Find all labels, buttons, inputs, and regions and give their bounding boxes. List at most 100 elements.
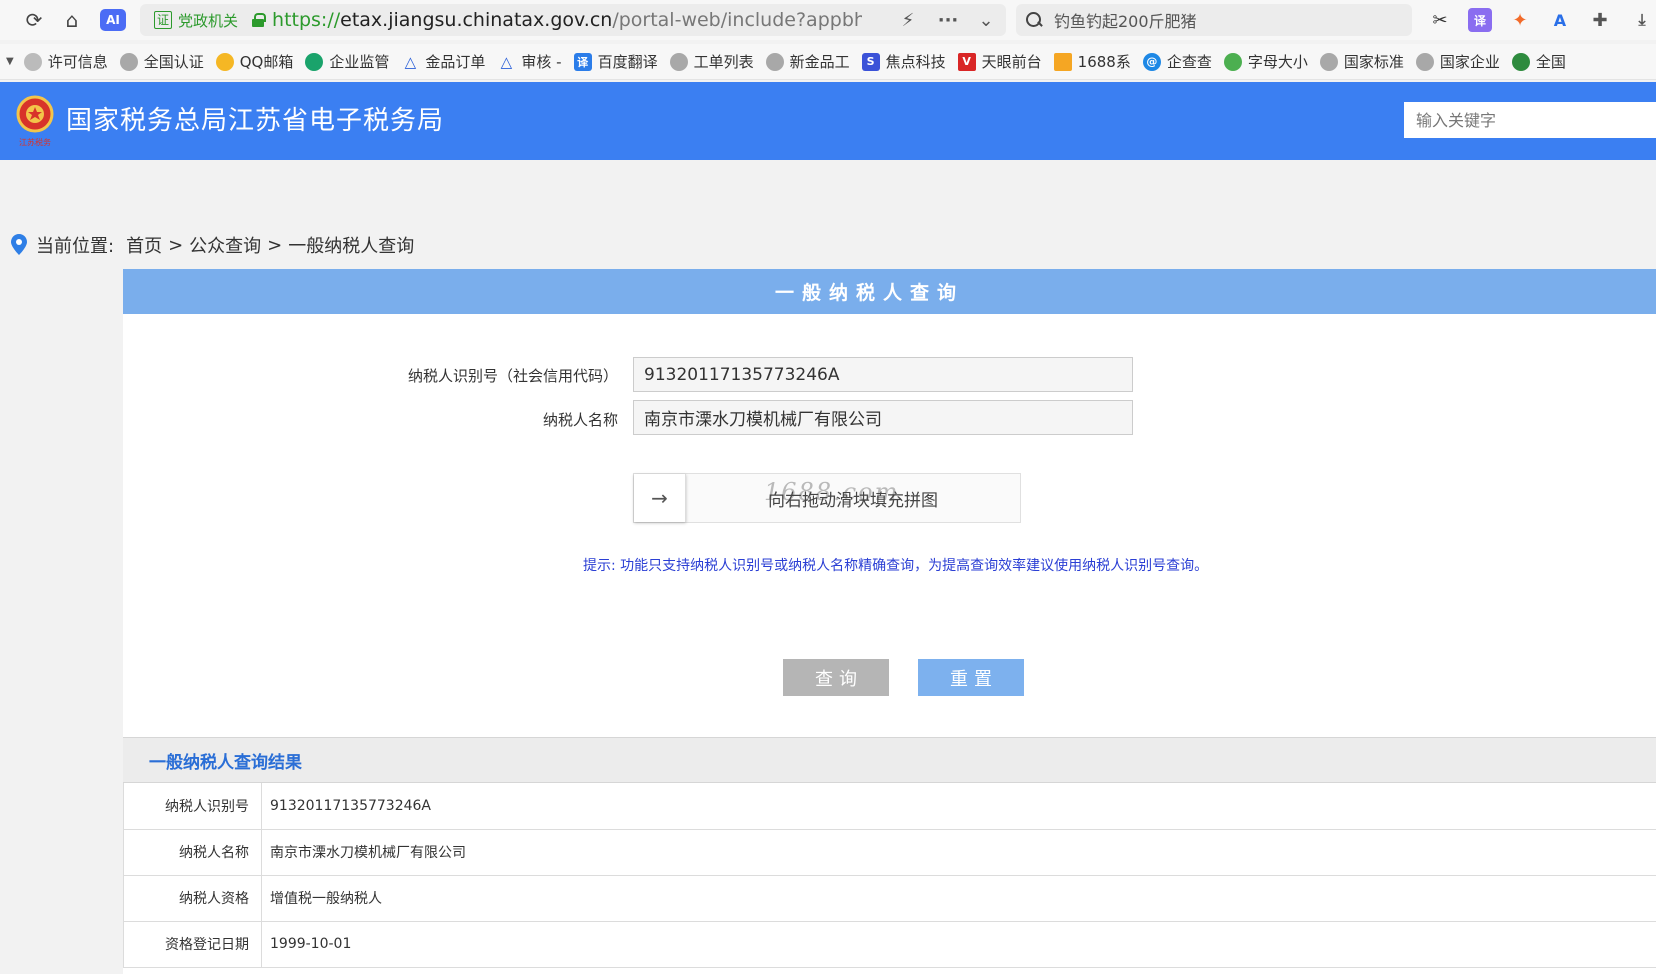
result-value: 南京市溧水刀模机械厂有限公司 [261, 829, 1656, 876]
slider-handle[interactable]: → [634, 474, 686, 522]
breadcrumb-label: 当前位置: [36, 236, 115, 257]
bookmark-item[interactable]: 国家企业 [1415, 51, 1500, 72]
taxpayer-name-input[interactable] [633, 400, 1133, 435]
lock-icon [252, 13, 267, 27]
bookmark-item[interactable]: 国家标准 [1319, 51, 1404, 72]
bookmarks-dropdown-icon[interactable]: ▼ [6, 56, 14, 67]
cert-badge[interactable]: 证 党政机关 [154, 10, 238, 31]
bookmark-item[interactable]: 全国认证 [119, 51, 204, 72]
gear-icon [23, 52, 42, 71]
download-icon[interactable]: ⤓ [1630, 8, 1654, 32]
url-scheme: https:// [272, 9, 341, 31]
translate-icon: 译 [573, 52, 592, 71]
breadcrumb-home-link[interactable]: 首页 [126, 232, 162, 258]
more-icon[interactable]: ··· [936, 8, 960, 32]
taxpayer-name-label: 纳税人名称 [542, 411, 618, 429]
bookmark-item[interactable]: 新金品工 [765, 51, 850, 72]
globe-icon [669, 52, 688, 71]
globe-icon [1319, 52, 1338, 71]
bookmark-item[interactable]: △ 金品订单 [401, 51, 486, 72]
query-panel: 一般纳税人查询 纳税人识别号（社会信用代码） 纳税人名称 1688.com 向右… [123, 269, 1656, 974]
result-key: 纳税人名称 [123, 829, 262, 876]
taxpayer-id-input[interactable] [633, 357, 1133, 392]
result-value: 91320117135773246A [261, 783, 1656, 830]
game-icon[interactable]: ✦ [1508, 8, 1532, 32]
bookmark-item[interactable]: @ 企查查 [1142, 51, 1212, 72]
v-icon: V [957, 52, 976, 71]
result-value: 1999-10-01 [261, 921, 1656, 968]
site-search-input[interactable] [1404, 102, 1656, 138]
breadcrumb-separator: > [168, 234, 184, 256]
results-title: 一般纳税人查询结果 [123, 737, 1656, 783]
extension-a-icon[interactable]: A [1548, 8, 1572, 32]
breadcrumb-public-query-link[interactable]: 公众查询 [189, 232, 261, 258]
frog-icon [1223, 52, 1242, 71]
alibaba-icon [1053, 52, 1072, 71]
arrow-right-icon: → [651, 486, 668, 510]
globe-icon [119, 52, 138, 71]
url-text[interactable]: https://etax.jiangsu.chinatax.gov.cn/por… [272, 9, 862, 31]
table-row: 纳税人资格 增值税一般纳税人 [123, 875, 1656, 922]
result-key: 纳税人资格 [123, 875, 262, 922]
url-path: /portal-web/include?appbh=1038 [612, 9, 863, 31]
company-monitor-icon [305, 52, 324, 71]
bookmark-item[interactable]: S 焦点科技 [861, 51, 946, 72]
browser-search-text: 钓鱼钓起200斤肥猪 [1054, 12, 1197, 31]
result-value: 增值税一般纳税人 [261, 875, 1656, 922]
qichacha-icon: @ [1142, 52, 1161, 71]
globe-icon [765, 52, 784, 71]
bookmark-item[interactable]: △ 审核 - [497, 51, 562, 72]
query-hint: 提示: 功能只支持纳税人识别号或纳税人名称精确查询，为提高查询效率建议使用纳税人… [583, 558, 1209, 574]
bookmarks-bar: ▼ 许可信息 全国认证 QQ邮箱 企业监管 △ 金品订单 △ 审核 - 译百度翻译 … [0, 44, 1656, 80]
bookmark-item[interactable]: 全国 [1511, 51, 1566, 72]
bookmark-item[interactable]: V 天眼前台 [957, 51, 1042, 72]
bookmark-item[interactable]: 1688系 [1053, 51, 1131, 72]
triangle-icon: △ [404, 52, 417, 71]
site-title: 国家税务总局江苏省电子税务局 [66, 106, 445, 136]
breadcrumb-separator: > [267, 234, 283, 256]
qq-mail-icon [215, 52, 234, 71]
ai-assistant-icon[interactable]: AI [100, 9, 126, 31]
address-bar[interactable]: 证 党政机关 https://etax.jiangsu.chinatax.gov… [140, 4, 1006, 36]
scissors-icon[interactable]: ✂ [1428, 8, 1452, 32]
result-key: 资格登记日期 [123, 921, 262, 968]
bookmark-item[interactable]: 工单列表 [669, 51, 754, 72]
tax-emblem-icon: 江苏税务 [16, 95, 54, 147]
table-row: 资格登记日期 1999-10-01 [123, 921, 1656, 968]
puzzle-icon[interactable]: ✚ [1588, 8, 1612, 32]
site-header: 江苏税务 国家税务总局江苏省电子税务局 [0, 82, 1656, 160]
panel-title: 一般纳税人查询 [123, 269, 1656, 314]
query-button[interactable]: 查询 [783, 659, 889, 696]
url-host: etax.jiangsu.chinatax.gov.cn [340, 9, 613, 31]
bookmark-item[interactable]: 许可信息 [23, 51, 108, 72]
triangle-icon: △ [500, 52, 513, 71]
bookmark-item[interactable]: 字母大小 [1223, 51, 1308, 72]
cert-icon: 证 [154, 11, 173, 29]
breadcrumb: 当前位置: 首页 > 公众查询 > 一般纳税人查询 [10, 232, 414, 258]
reset-button[interactable]: 重置 [918, 659, 1024, 696]
translate-icon[interactable]: 译 [1468, 8, 1492, 32]
bookmark-item[interactable]: QQ邮箱 [215, 51, 293, 72]
search-icon [1024, 10, 1044, 30]
taxpayer-id-label: 纳税人识别号（社会信用代码） [407, 367, 618, 385]
focus-tech-icon: S [861, 52, 880, 71]
browser-toolbar: ⟳ ⌂ AI 证 党政机关 https://etax.jiangsu.china… [0, 0, 1656, 40]
lightning-icon[interactable]: ⚡ [896, 8, 920, 32]
bookmark-item[interactable]: 企业监管 [305, 51, 389, 72]
captcha-slider: 1688.com 向右拖动滑块填充拼图 → [633, 473, 1021, 523]
reload-icon[interactable]: ⟳ [22, 8, 46, 32]
logo-caption: 江苏税务 [19, 137, 51, 147]
bookmark-item[interactable]: 译百度翻译 [573, 51, 658, 72]
globe-icon [1415, 52, 1434, 71]
table-row: 纳税人名称 南京市溧水刀模机械厂有限公司 [123, 829, 1656, 876]
emblem-icon [1511, 52, 1530, 71]
home-icon[interactable]: ⌂ [60, 8, 84, 32]
cert-label: 党政机关 [178, 11, 239, 30]
table-row: 纳税人识别号 91320117135773246A [123, 783, 1656, 830]
browser-search-bar[interactable]: 钓鱼钓起200斤肥猪 [1016, 4, 1412, 36]
results-table: 纳税人识别号 91320117135773246A 纳税人名称 南京市溧水刀模机… [123, 783, 1656, 968]
slider-instruction: 向右拖动滑块填充拼图 [768, 490, 938, 511]
breadcrumb-current: 一般纳税人查询 [288, 236, 415, 257]
chevron-down-icon[interactable]: ⌄ [974, 8, 998, 32]
location-pin-icon [11, 234, 27, 255]
